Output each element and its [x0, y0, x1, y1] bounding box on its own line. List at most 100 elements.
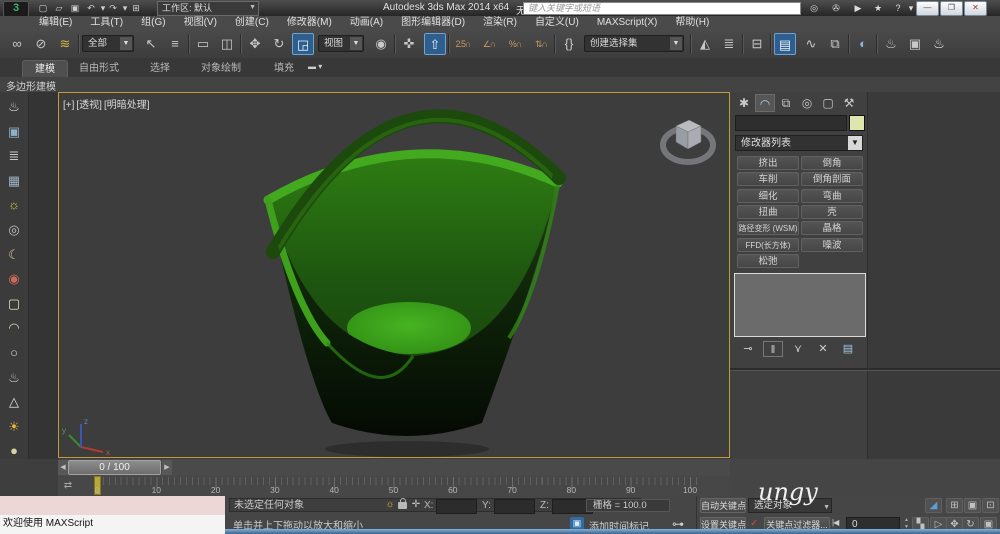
modifier-button-弯曲[interactable]: 弯曲: [801, 189, 863, 203]
perspective-viewport[interactable]: [+][透视][明暗处理]: [58, 92, 730, 458]
display-tab[interactable]: ▢: [818, 94, 838, 112]
auto-key-button[interactable]: 自动关键点: [700, 498, 746, 513]
render-teapot-icon[interactable]: ♨: [3, 96, 25, 117]
select-and-link[interactable]: ∞: [6, 33, 28, 55]
new-file-icon[interactable]: ▢: [36, 2, 50, 14]
graphite-ribbon-toggle[interactable]: ▤: [774, 33, 796, 55]
unlink-selection[interactable]: ⊘: [30, 33, 52, 55]
select-and-scale[interactable]: ◲: [292, 33, 314, 55]
ribbon-tab-0[interactable]: 建模: [22, 60, 68, 77]
sun-light-icon[interactable]: ☀: [3, 416, 25, 437]
box-primitive-icon[interactable]: ▢: [3, 293, 25, 314]
modifier-button-倒角[interactable]: 倒角: [801, 156, 863, 170]
render-production[interactable]: ♨: [928, 33, 950, 55]
selection-lock-icon[interactable]: [398, 502, 407, 509]
make-unique-icon[interactable]: ⋎: [788, 341, 808, 357]
hierarchy-tab[interactable]: ⧉: [776, 94, 796, 112]
playback-speed-slider-icon[interactable]: ◢: [925, 498, 942, 513]
menu-item-7[interactable]: 图形编辑器(D): [392, 16, 474, 30]
minimize-button[interactable]: —: [916, 1, 939, 16]
viewport-menu-plus[interactable]: [+]: [63, 100, 74, 111]
previous-frame-arrow[interactable]: ◀: [58, 460, 68, 475]
dome-primitive-icon[interactable]: ◠: [3, 317, 25, 338]
transform-gizmo-icon[interactable]: ✛: [410, 499, 422, 511]
percent-snap-toggle[interactable]: %∩: [504, 33, 526, 55]
mirror[interactable]: ◭: [694, 33, 716, 55]
bucket-object[interactable]: [266, 116, 566, 457]
modifier-button-挤出[interactable]: 挤出: [737, 156, 799, 170]
configure-modifier-sets-icon[interactable]: ▤: [838, 341, 858, 357]
favorites-star-icon[interactable]: ★: [870, 2, 886, 14]
pin-stack-icon[interactable]: ⊸: [738, 341, 758, 357]
use-pivot-point-center[interactable]: ◉: [370, 33, 392, 55]
track-bar[interactable]: ⇄ 0102030405060708090100: [58, 476, 730, 497]
bind-to-space-warp[interactable]: ≋: [54, 33, 76, 55]
next-frame-arrow[interactable]: ▶: [162, 460, 172, 475]
maxscript-mini-listener-white[interactable]: 欢迎使用 MAXScript: [0, 515, 225, 534]
nav-zoom-extents-icon[interactable]: ▣: [964, 498, 981, 513]
modifier-button-车削[interactable]: 车削: [737, 172, 799, 186]
menu-item-10[interactable]: MAXScript(X): [588, 16, 667, 30]
viewcube[interactable]: [663, 120, 713, 162]
material-editor[interactable]: ◐: [852, 33, 874, 55]
infocenter-search-input[interactable]: 键入关键字或短语: [523, 2, 801, 15]
menu-item-2[interactable]: 组(G): [132, 16, 174, 30]
render-elements-icon[interactable]: ▦: [3, 170, 25, 191]
show-end-result-icon[interactable]: ‖: [763, 341, 783, 357]
menu-item-4[interactable]: 创建(C): [226, 16, 278, 30]
modifier-button-细化[interactable]: 细化: [737, 189, 799, 203]
project-folder-icon[interactable]: ⊞: [129, 2, 143, 14]
save-file-icon[interactable]: ▣: [68, 2, 82, 14]
spinner-snap-toggle[interactable]: ⇅∩: [530, 33, 552, 55]
modifier-button-壳[interactable]: 壳: [801, 205, 863, 219]
select-and-rotate[interactable]: ↻: [268, 33, 290, 55]
maxscript-mini-listener-pink[interactable]: [0, 496, 225, 516]
menu-item-9[interactable]: 自定义(U): [526, 16, 588, 30]
rectangular-selection-region[interactable]: ▭: [192, 33, 214, 55]
application-menu-button[interactable]: 3: [3, 1, 29, 17]
camera-red-icon[interactable]: ◉: [3, 268, 25, 289]
rendered-frame-window[interactable]: ▣: [904, 33, 926, 55]
selection-filter-dropdown[interactable]: 全部▼: [82, 35, 134, 52]
window-crossing-toggle[interactable]: ◫: [216, 33, 238, 55]
teapot-primitive-icon[interactable]: ♨: [3, 367, 25, 388]
menu-item-3[interactable]: 视图(V): [175, 16, 226, 30]
modify-tab[interactable]: ◠: [755, 94, 775, 112]
subscription-center-icon[interactable]: ✇: [828, 2, 844, 14]
time-slider-grip[interactable]: 0 / 100: [68, 460, 161, 475]
render-dialog-icon[interactable]: ≣: [3, 145, 25, 166]
nav-zoom-all-icon[interactable]: ⊞: [946, 498, 963, 513]
object-color-swatch[interactable]: [849, 115, 865, 131]
workspace-dropdown[interactable]: 工作区: 默认 ▼: [157, 1, 259, 16]
select-by-name[interactable]: ≡: [164, 33, 186, 55]
close-button[interactable]: ✕: [964, 1, 987, 16]
cone-primitive-icon[interactable]: △: [3, 391, 25, 412]
adaptive-degradation-bulb-icon[interactable]: ☼: [384, 499, 396, 511]
modifier-button-路径变形 (WSM)[interactable]: 路径变形 (WSM): [737, 221, 799, 235]
named-selection-sets-dropdown[interactable]: 创建选择集▼: [584, 35, 684, 52]
create-tab[interactable]: ✱: [734, 94, 754, 112]
keyboard-shortcut-override[interactable]: ⇧: [424, 33, 446, 55]
utilities-tab[interactable]: ⚒: [839, 94, 859, 112]
modifier-button-噪波[interactable]: 噪波: [801, 238, 863, 252]
go-to-start-icon[interactable]: |◀: [832, 518, 838, 527]
y-coordinate-field[interactable]: [494, 499, 535, 514]
polygon-modeling-panel-label[interactable]: 多边形建模: [6, 78, 56, 93]
ribbon-tab-1[interactable]: 自由形式: [72, 60, 126, 77]
ribbon-tab-3[interactable]: 对象绘制: [192, 60, 250, 77]
curve-editor[interactable]: ∿: [800, 33, 822, 55]
menu-item-6[interactable]: 动画(A): [341, 16, 392, 30]
edit-named-selection-sets[interactable]: {}: [558, 33, 580, 55]
time-slider[interactable]: ◀ 0 / 100 ▶: [58, 459, 730, 477]
modifier-stack-list[interactable]: [734, 273, 866, 337]
ribbon-tab-2[interactable]: 选择: [140, 60, 180, 77]
track-bar-options-icon[interactable]: ⇄: [60, 478, 76, 493]
light-bulb-icon[interactable]: ☼: [3, 194, 25, 215]
circle-primitive-icon[interactable]: ○: [3, 342, 25, 363]
communication-center-icon[interactable]: ▶: [850, 2, 866, 14]
render-setup[interactable]: ♨: [880, 33, 902, 55]
align[interactable]: ≣: [718, 33, 740, 55]
set-keys-icon[interactable]: ✓: [750, 518, 758, 529]
nav-zoom-region-icon[interactable]: ⊡: [982, 498, 999, 513]
moon-sphere-icon[interactable]: ☾: [3, 244, 25, 265]
